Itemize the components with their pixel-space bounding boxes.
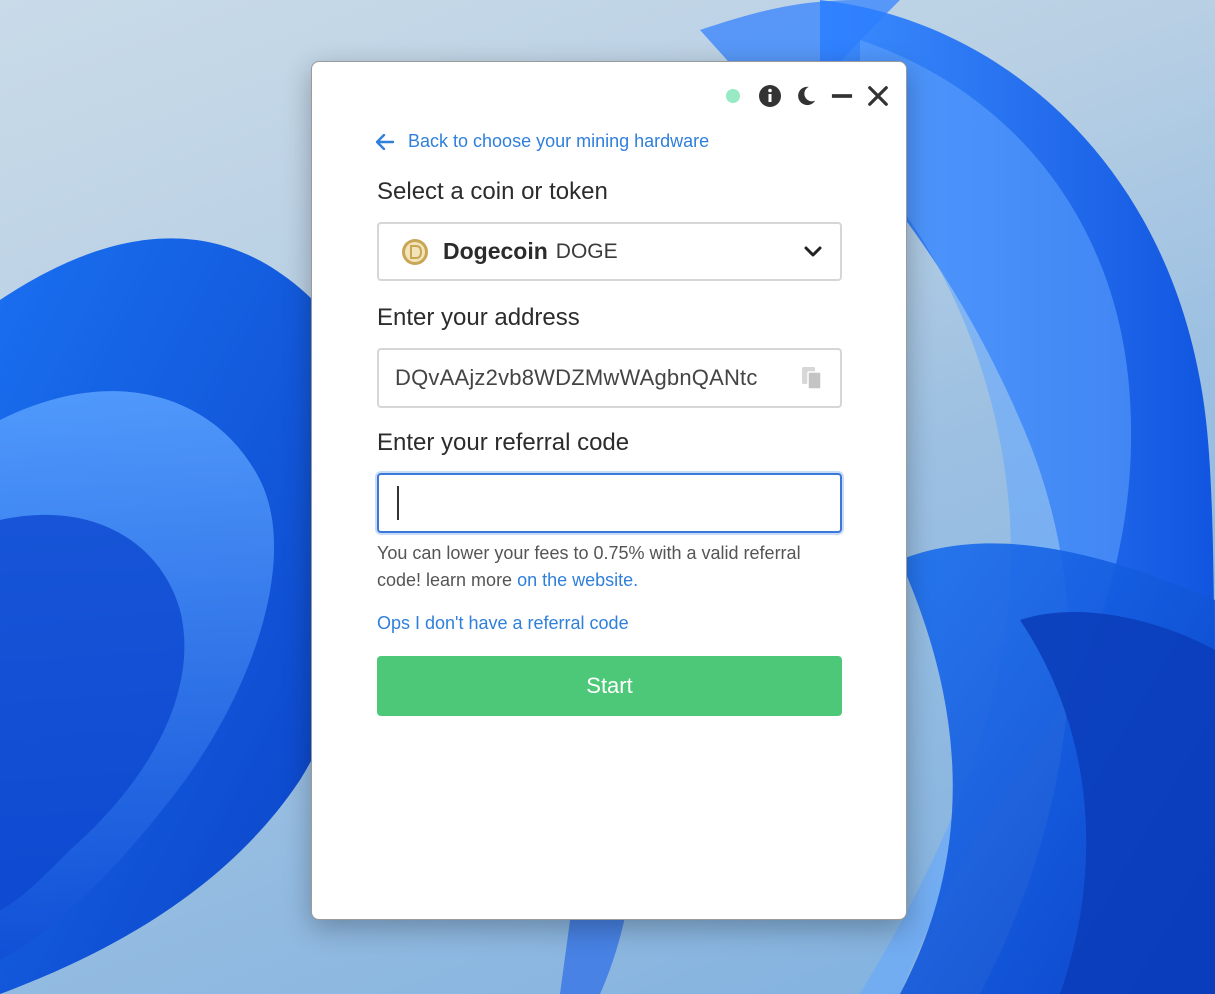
coin-select-dropdown[interactable]: Dogecoin DOGE xyxy=(377,222,842,281)
coin-name: Dogecoin xyxy=(443,238,548,264)
dogecoin-icon xyxy=(402,238,428,265)
no-referral-code-link[interactable]: Ops I don't have a referral code xyxy=(377,613,629,634)
coin-ticker: DOGE xyxy=(555,239,618,263)
address-input[interactable]: DQvAAjz2vb8WDZMwWAgbnQANtc xyxy=(377,348,842,408)
coin-section-label: Select a coin or token xyxy=(377,178,608,205)
back-link[interactable]: Back to choose your mining hardware xyxy=(376,131,709,152)
text-caret xyxy=(397,486,399,520)
start-button[interactable]: Start xyxy=(377,656,842,716)
status-dot xyxy=(726,89,740,103)
minimize-icon[interactable] xyxy=(830,84,854,108)
paste-icon[interactable] xyxy=(800,365,824,391)
address-section-label: Enter your address xyxy=(377,304,580,331)
app-window: Back to choose your mining hardware Sele… xyxy=(311,61,907,920)
referral-code-input[interactable] xyxy=(377,473,842,533)
info-icon[interactable] xyxy=(758,84,782,108)
referral-section-label: Enter your referral code xyxy=(377,429,630,456)
chevron-down-icon xyxy=(804,246,822,256)
website-link[interactable]: on the website. xyxy=(517,570,638,590)
arrow-left-icon xyxy=(376,133,394,150)
close-icon[interactable] xyxy=(866,84,890,108)
referral-hint: You can lower your fees to 0.75% with a … xyxy=(377,540,847,594)
address-value: DQvAAjz2vb8WDZMwWAgbnQANtc xyxy=(395,365,758,390)
moon-icon[interactable] xyxy=(794,84,818,108)
window-controls xyxy=(726,84,890,108)
back-link-label: Back to choose your mining hardware xyxy=(408,131,710,151)
